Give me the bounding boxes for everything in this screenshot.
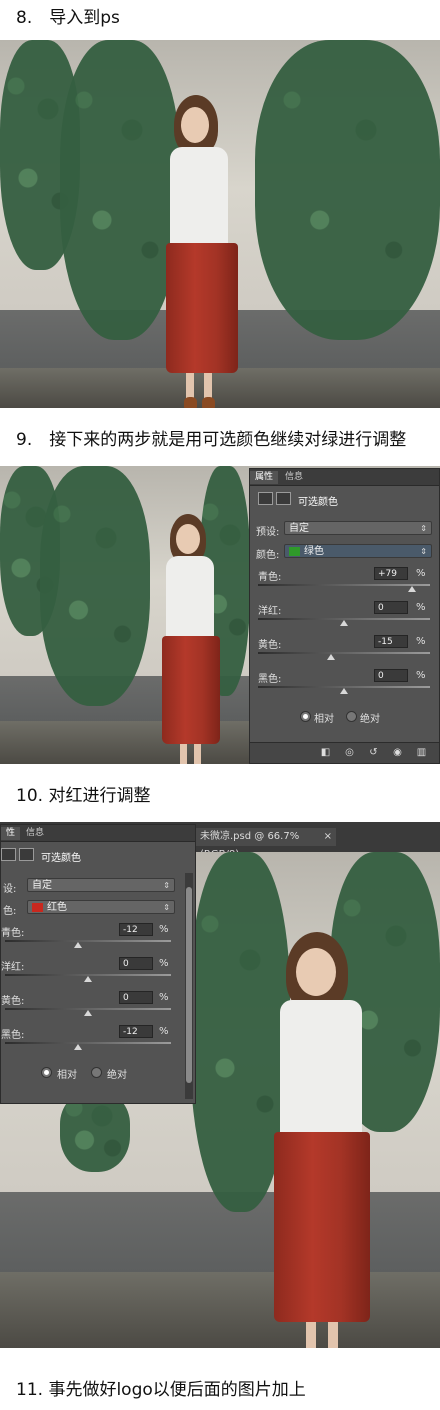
slider-label: 黄色: xyxy=(258,640,282,651)
colors-label: 色: xyxy=(3,906,17,917)
slider-thumb[interactable] xyxy=(74,1044,83,1050)
adjustment-layer-icon xyxy=(1,848,16,861)
radio-absolute[interactable] xyxy=(91,1067,102,1078)
view-previous-icon[interactable]: ◎ xyxy=(344,747,355,758)
slider-label: 青色: xyxy=(1,928,25,939)
radio-absolute[interactable] xyxy=(346,711,357,722)
radio-absolute-label: 绝对 xyxy=(107,1070,127,1081)
slider-label: 黄色: xyxy=(1,996,25,1007)
slider-thumb[interactable] xyxy=(84,1010,92,1016)
slider-track[interactable] xyxy=(5,1042,171,1044)
reset-icon[interactable]: ↺ xyxy=(368,747,379,758)
slider-label: 黑色: xyxy=(258,674,282,685)
slider-value-input[interactable]: -12 xyxy=(119,1025,153,1038)
slider-thumb[interactable] xyxy=(340,688,348,694)
slider-value-input[interactable]: 0 xyxy=(374,669,408,682)
slider-track[interactable] xyxy=(258,584,430,586)
radio-relative[interactable] xyxy=(300,711,311,722)
panel-title: 可选颜色 xyxy=(41,853,81,864)
preset-label: 预设: xyxy=(256,527,280,538)
radio-relative[interactable] xyxy=(41,1067,52,1078)
slider-value-input[interactable]: 0 xyxy=(119,991,153,1004)
step-11-heading: 11. 事先做好logo以便后面的图片加上 xyxy=(16,1380,306,1400)
select-arrow-icon: ⇕ xyxy=(163,903,170,912)
slider-thumb[interactable] xyxy=(340,620,348,626)
select-arrow-icon: ⇕ xyxy=(420,524,427,533)
ps-screenshot-green: 属性 信息 可选颜色 预设: 自定 ⇕ 颜色: 绿色 ⇕ 青色: +79% 洋红: 0… xyxy=(0,466,440,764)
slider-label: 青色: xyxy=(258,572,282,583)
document-tab[interactable]: 未微凉.psd @ 66.7%(RGB/8) × xyxy=(196,828,336,860)
color-swatch-icon xyxy=(32,902,43,912)
preset-select[interactable]: 自定 ⇕ xyxy=(27,878,175,892)
slider-value-input[interactable]: +79 xyxy=(374,567,408,580)
radio-relative-label: 相对 xyxy=(57,1070,77,1081)
select-arrow-icon: ⇕ xyxy=(420,547,427,556)
photo-original xyxy=(0,40,440,408)
panel-scrollbar[interactable] xyxy=(185,873,193,1099)
ivy-center-left xyxy=(60,40,180,340)
scrollbar-thumb[interactable] xyxy=(186,887,192,1083)
percent-unit: % xyxy=(416,602,426,613)
properties-panel-red: 性 信息 可选颜色 设: 自定 ⇕ 色: 红色 ⇕ 青色: -12% 洋红: 0% 黄色… xyxy=(0,824,196,1104)
percent-unit: % xyxy=(416,568,426,579)
percent-unit: % xyxy=(159,924,169,935)
tab-properties[interactable]: 属性 xyxy=(250,471,279,484)
preset-value: 自定 xyxy=(289,523,309,534)
document-close-icon[interactable]: × xyxy=(324,828,332,846)
slider-value-input[interactable]: 0 xyxy=(119,957,153,970)
preset-label: 设: xyxy=(3,884,17,895)
colors-select[interactable]: 红色 ⇕ xyxy=(27,900,175,914)
slider-thumb[interactable] xyxy=(407,586,416,592)
preset-value: 自定 xyxy=(32,880,52,891)
delete-trash-icon[interactable]: ▥ xyxy=(416,747,427,758)
percent-unit: % xyxy=(416,636,426,647)
percent-unit: % xyxy=(416,670,426,681)
percent-unit: % xyxy=(159,1026,169,1037)
tab-info[interactable]: 信息 xyxy=(280,471,308,484)
colors-label: 颜色: xyxy=(256,550,280,561)
percent-unit: % xyxy=(159,992,169,1003)
slider-label: 黑色: xyxy=(1,1030,25,1041)
slider-thumb[interactable] xyxy=(327,654,336,660)
adjustment-layer-icon xyxy=(258,492,273,505)
panel-tabs: 属性 信息 xyxy=(250,469,439,486)
slider-label: 洋红: xyxy=(1,962,25,973)
slider-label: 洋红: xyxy=(258,606,282,617)
layer-mask-icon[interactable] xyxy=(19,848,34,861)
tab-info[interactable]: 信息 xyxy=(21,827,49,840)
slider-value-input[interactable]: -12 xyxy=(119,923,153,936)
radio-relative-label: 相对 xyxy=(314,714,334,725)
slider-value-input[interactable]: 0 xyxy=(374,601,408,614)
ps-screenshot-red: 未微凉.psd @ 66.7%(RGB/8) × 性 信息 可选颜色 设: 自定… xyxy=(0,822,440,1348)
preset-select[interactable]: 自定 ⇕ xyxy=(284,521,432,535)
step-9-heading: 9. 接下来的两步就是用可选颜色继续对绿进行调整 xyxy=(16,430,407,450)
panel-title: 可选颜色 xyxy=(298,497,338,508)
slider-track[interactable] xyxy=(258,652,430,654)
colors-value: 绿色 xyxy=(304,546,324,557)
colors-value: 红色 xyxy=(47,902,67,913)
color-swatch-icon xyxy=(289,546,300,556)
ivy-right xyxy=(255,40,440,340)
tab-properties[interactable]: 性 xyxy=(1,827,21,840)
layer-mask-icon[interactable] xyxy=(276,492,291,505)
panel-bottom-toolbar: ◧ ◎ ↺ ◉ ▥ xyxy=(250,742,439,763)
properties-panel-green: 属性 信息 可选颜色 预设: 自定 ⇕ 颜色: 绿色 ⇕ 青色: +79% 洋红: 0… xyxy=(249,468,440,764)
slider-value-input[interactable]: -15 xyxy=(374,635,408,648)
radio-absolute-label: 绝对 xyxy=(360,714,380,725)
step-10-heading: 10. 对红进行调整 xyxy=(16,786,151,806)
colors-select[interactable]: 绿色 ⇕ xyxy=(284,544,432,558)
slider-thumb[interactable] xyxy=(74,942,83,948)
percent-unit: % xyxy=(159,958,169,969)
panel-tabs: 性 信息 xyxy=(1,825,195,842)
slider-track[interactable] xyxy=(5,940,171,942)
clip-to-layer-icon[interactable]: ◧ xyxy=(320,747,331,758)
visibility-eye-icon[interactable]: ◉ xyxy=(392,747,403,758)
slider-thumb[interactable] xyxy=(84,976,92,982)
step-8-heading: 8. 导入到ps xyxy=(16,8,120,28)
select-arrow-icon: ⇕ xyxy=(163,881,170,890)
